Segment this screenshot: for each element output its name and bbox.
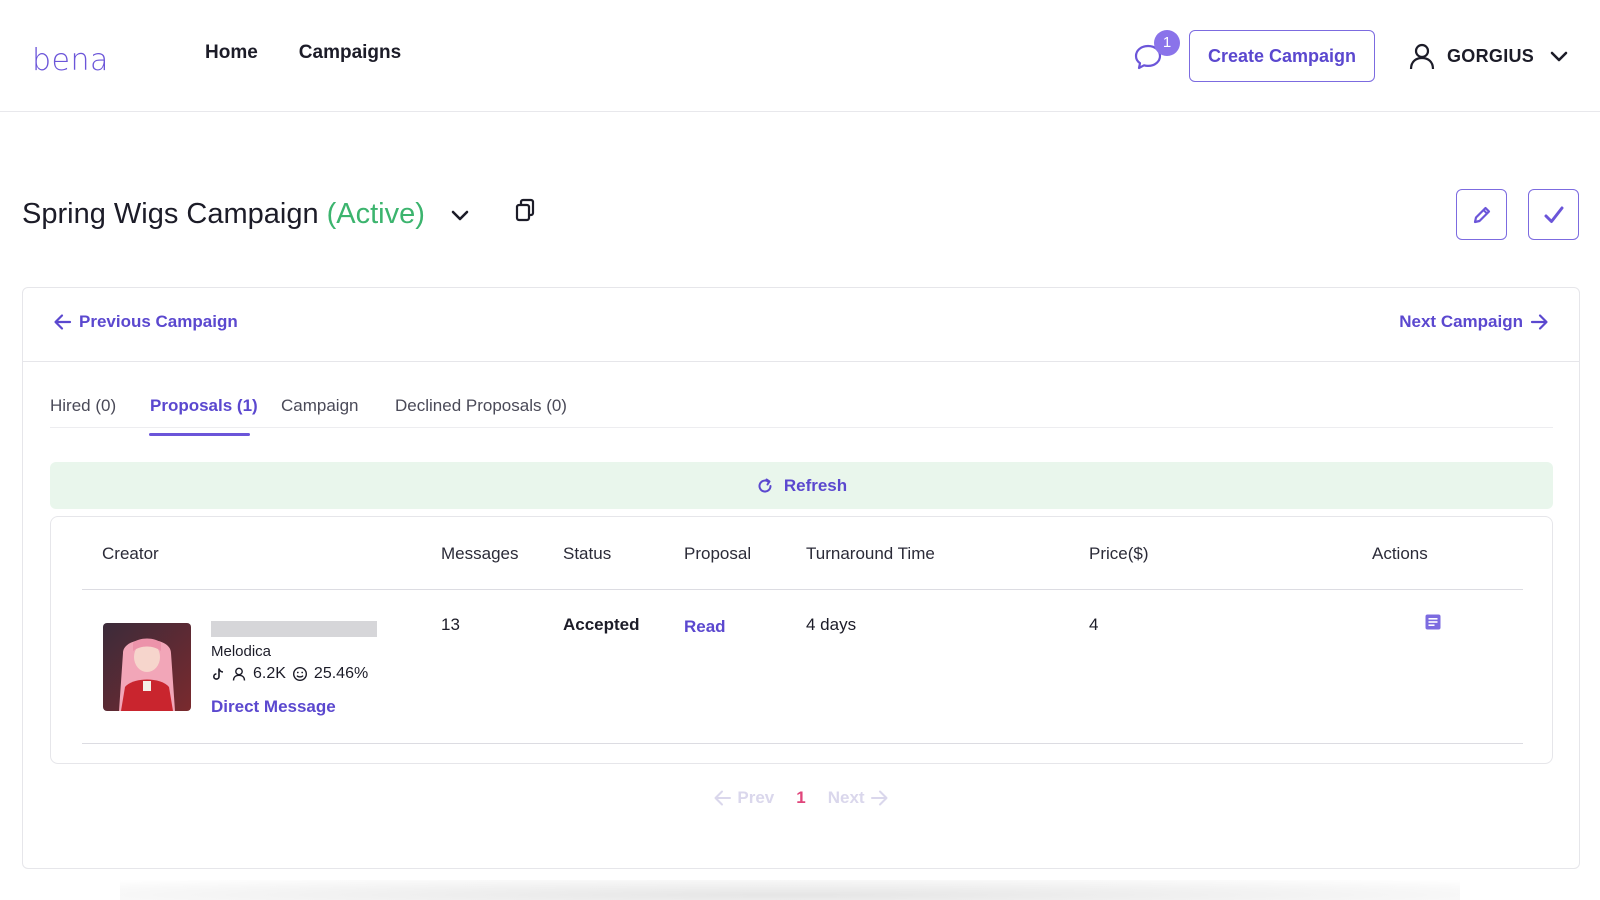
cell-messages: 13 [441,615,460,634]
pagination-current-page[interactable]: 1 [796,788,805,808]
refresh-icon [758,478,772,493]
check-icon [1544,206,1563,223]
tab-bar: Hired (0) Proposals (1) Campaign Decline… [50,362,1553,428]
campaign-navigation: Previous Campaign Next Campaign [23,288,1579,362]
card-bottom-shadow [120,880,1460,900]
column-header-actions: Actions [1372,544,1428,563]
chevron-down-icon[interactable] [1548,46,1570,68]
tiktok-icon [213,668,224,680]
campaign-title: Spring Wigs Campaign [22,198,319,230]
pagination-prev[interactable]: Prev [713,788,774,808]
avatar-image [103,623,191,711]
edit-campaign-button[interactable] [1456,189,1507,240]
creator-name-placeholder [211,621,377,637]
header-divider [82,589,1523,590]
chevron-down-icon[interactable] [448,204,472,228]
followers-icon [232,667,246,681]
complete-campaign-button[interactable] [1528,189,1579,240]
creator-avatar[interactable] [103,623,191,711]
pencil-icon [1473,206,1490,223]
previous-campaign-label: Previous Campaign [79,312,238,331]
campaign-status: (Active) [326,198,425,230]
read-proposal-link[interactable]: Read [684,617,726,637]
column-header-creator: Creator [102,544,159,563]
tab-declined-proposals[interactable]: Declined Proposals (0) [395,396,567,416]
proposals-table: Creator Messages Status Proposal Turnaro… [50,516,1553,764]
notification-badge: 1 [1154,30,1180,56]
engagement-icon [292,666,307,682]
previous-campaign-link[interactable]: Previous Campaign [53,312,238,332]
creator-engagement: 25.46% [313,665,369,682]
refresh-button[interactable]: Refresh [50,462,1553,509]
arrow-left-icon [714,790,732,806]
column-header-status: Status [563,544,612,563]
tab-campaign[interactable]: Campaign [281,396,359,416]
top-header: bena Home Campaigns 1 Create Campaign GO… [0,0,1600,112]
next-campaign-label: Next Campaign [1399,312,1523,331]
pagination-next[interactable]: Next [828,788,889,808]
main-nav: Home Campaigns [205,42,401,64]
next-campaign-link[interactable]: Next Campaign [1399,312,1549,332]
page-title: Spring Wigs Campaign (Active) [22,198,425,231]
row-divider [82,743,1523,744]
arrow-right-icon [870,790,888,806]
create-campaign-button[interactable]: Create Campaign [1189,30,1375,82]
tab-hired[interactable]: Hired (0) [50,396,116,416]
user-name[interactable]: GORGIUS [1447,46,1534,67]
logo[interactable]: bena [32,36,109,76]
creator-followers: 6.2K [253,665,286,682]
tab-proposals[interactable]: Proposals (1) [150,396,258,416]
direct-message-link[interactable]: Direct Message [211,697,336,717]
pagination: Prev 1 Next [23,788,1579,808]
pagination-prev-label: Prev [737,788,775,807]
cell-turnaround-time: 4 days [806,615,857,634]
pagination-next-label: Next [827,788,865,807]
user-icon[interactable] [1408,42,1436,70]
column-header-price: Price($) [1089,544,1149,563]
column-header-messages: Messages [441,544,519,563]
nav-home[interactable]: Home [205,42,258,64]
refresh-label: Refresh [783,475,848,495]
logo-text: bena [32,43,109,78]
arrow-left-icon [54,314,72,330]
nav-campaigns[interactable]: Campaigns [299,42,401,64]
creator-stats: 6.2K 25.46% [211,665,368,683]
column-header-turnaround-time: Turnaround Time [806,544,935,563]
cell-status: Accepted [563,615,640,634]
document-icon[interactable] [1424,613,1442,631]
creator-name: Melodica [211,643,272,660]
column-header-proposal: Proposal [684,544,752,563]
arrow-right-icon [1530,314,1548,330]
campaign-card: Previous Campaign Next Campaign Hired (0… [22,287,1580,869]
copy-icon[interactable] [514,198,536,224]
active-tab-indicator [149,433,250,436]
cell-price: 4 [1089,615,1099,634]
